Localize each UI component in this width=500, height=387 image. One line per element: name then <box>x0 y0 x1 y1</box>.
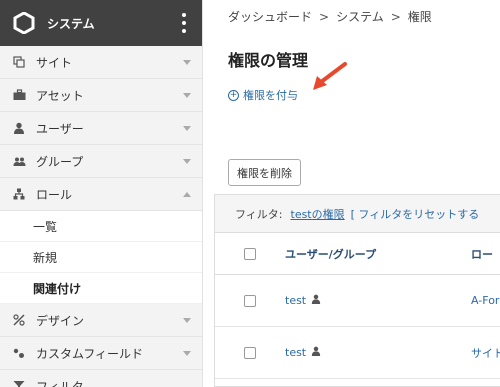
kebab-menu-icon[interactable] <box>182 13 186 33</box>
sidebar-item-label: グループ <box>36 154 84 169</box>
select-all-checkbox[interactable] <box>244 247 256 260</box>
breadcrumb-permissions: 権限 <box>407 10 432 24</box>
sidebar-item-label: サイト <box>36 55 73 70</box>
sidebar-item-label: ロール <box>36 187 73 202</box>
sidebar-item-users[interactable]: ユーザー <box>0 112 202 145</box>
sidebar-item-groups[interactable]: グループ <box>0 145 202 178</box>
chevron-down-icon <box>183 126 191 131</box>
row-user-name[interactable]: test <box>285 346 306 359</box>
chevron-down-icon <box>183 93 191 98</box>
chevron-down-icon <box>183 159 191 164</box>
breadcrumb: ダッシュボード > システム > 権限 <box>228 8 432 25</box>
row-user-cell[interactable]: test <box>285 346 321 359</box>
chevron-down-icon <box>183 60 191 65</box>
sidebar-item-label: フィルタ <box>36 379 84 387</box>
submenu-item-associations[interactable]: 関連付け <box>0 273 202 304</box>
sidebar-item-label: デザイン <box>36 313 85 328</box>
breadcrumb-separator: > <box>390 10 401 24</box>
grant-permission-link[interactable]: + 権限を付与 <box>228 87 298 103</box>
filter-current-link[interactable]: testの権限 <box>291 206 345 222</box>
sidebar-item-design[interactable]: デザイン <box>0 304 202 337</box>
sitemap-icon <box>12 187 26 201</box>
copy-icon <box>12 55 26 69</box>
sidebar-item-label: カスタムフィールド <box>36 346 144 361</box>
row-user-cell[interactable]: test <box>285 294 321 307</box>
briefcase-icon <box>12 88 26 102</box>
chevron-down-icon <box>183 318 191 323</box>
submenu-item-new[interactable]: 新規 <box>0 242 202 273</box>
grant-permission-label: 権限を付与 <box>243 89 298 102</box>
sidebar-item-label: アセット <box>36 88 84 103</box>
annotation-arrow-icon <box>313 62 347 90</box>
column-header-role[interactable]: ロー <box>471 246 493 262</box>
main-content: ダッシュボード > システム > 権限 権限の管理 + 権限を付与 権限を削除 フィルタ… <box>204 0 500 387</box>
row-checkbox[interactable] <box>244 294 256 307</box>
plus-circle-icon: + <box>228 89 239 101</box>
sidebar-item-label: ユーザー <box>36 121 84 136</box>
user-icon <box>311 346 321 359</box>
filter-reset-link[interactable]: [ フィルタをリセットする <box>351 206 480 222</box>
filter-bar: フィルタ: testの権限 [ フィルタをリセットする <box>215 195 500 233</box>
user-icon <box>12 121 26 135</box>
row-user-name[interactable]: test <box>285 294 306 307</box>
sidebar-item-filter[interactable]: フィルタ <box>0 370 202 387</box>
table-row: test サイト <box>215 327 500 379</box>
table-row: test A-For <box>215 275 500 327</box>
row-role-cell[interactable]: A-For <box>471 294 499 307</box>
sidebar-item-site[interactable]: サイト <box>0 46 202 79</box>
breadcrumb-dashboard[interactable]: ダッシュボード <box>228 10 312 24</box>
sidebar-item-assets[interactable]: アセット <box>0 79 202 112</box>
sidebar-header: システム <box>0 0 202 46</box>
row-role-cell[interactable]: サイト <box>471 345 500 361</box>
chevron-up-icon <box>183 192 191 197</box>
row-checkbox[interactable] <box>244 346 256 359</box>
page-title: 権限の管理 <box>228 51 309 70</box>
filter-label: フィルタ: <box>235 207 283 221</box>
delete-permission-button[interactable]: 権限を削除 <box>228 159 301 186</box>
logo-icon <box>13 12 35 34</box>
sidebar-item-custom-fields[interactable]: カスタムフィールド <box>0 337 202 370</box>
sidebar-item-roles[interactable]: ロール <box>0 178 202 211</box>
group-icon <box>12 154 26 168</box>
design-icon <box>12 313 26 327</box>
breadcrumb-system[interactable]: システム <box>336 10 384 24</box>
sidebar-title: システム <box>47 16 95 31</box>
chevron-down-icon <box>183 351 191 356</box>
breadcrumb-separator: > <box>319 10 330 24</box>
table-header: ユーザー/グループ ロー <box>215 233 500 275</box>
submenu-item-list[interactable]: 一覧 <box>0 211 202 242</box>
filter-icon <box>12 379 26 387</box>
user-icon <box>311 294 321 307</box>
column-header-user-group[interactable]: ユーザー/グループ <box>285 246 376 262</box>
sidebar: システム サイト アセット ユーザー グループ ロール 一覧 新規 関連付け デ… <box>0 0 203 387</box>
permissions-table-panel: フィルタ: testの権限 [ フィルタをリセットする ユーザー/グループ ロー… <box>214 194 500 387</box>
custom-field-icon <box>12 346 26 360</box>
